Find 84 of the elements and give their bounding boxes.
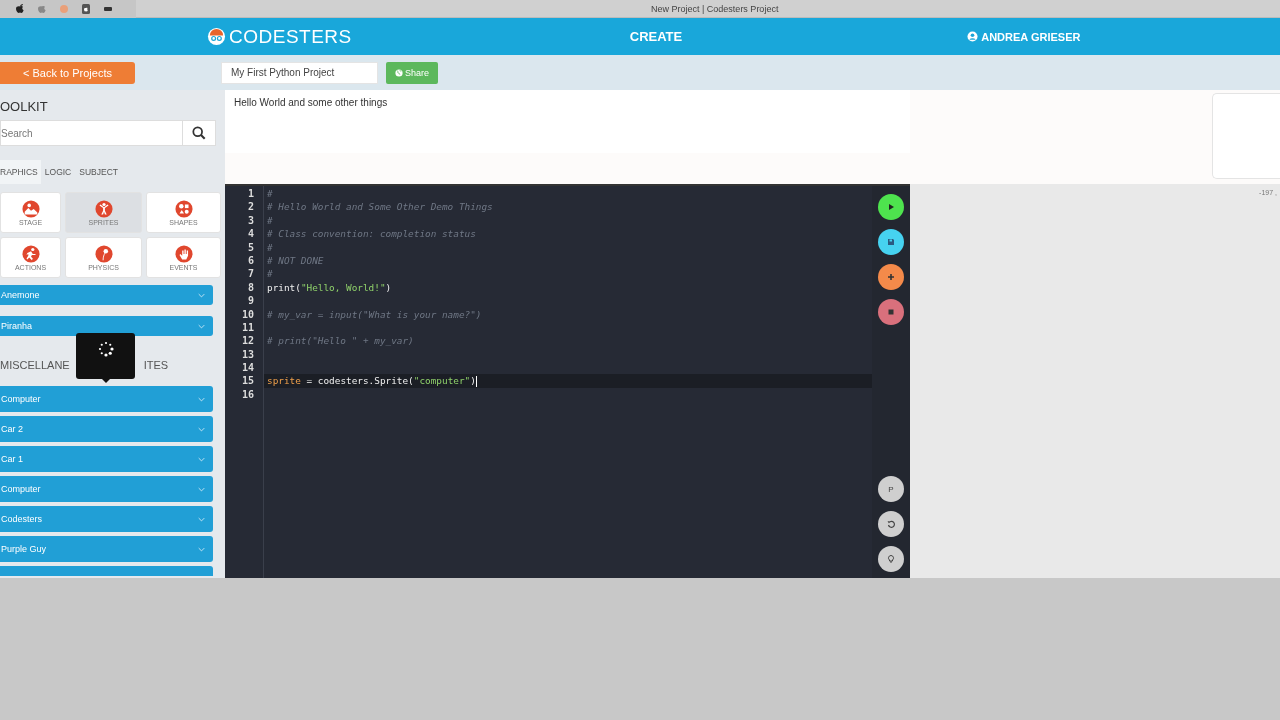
hint-button[interactable] [878, 546, 904, 572]
line-number: 2 [246, 200, 255, 214]
section-heading: MISCELLANE [0, 359, 70, 373]
chevron-icon [198, 323, 205, 329]
line-number: 6 [246, 253, 255, 268]
code-line: sprite = codesters.Sprite("computer") [267, 374, 476, 388]
logo-text[interactable]: CODESTERS [229, 25, 352, 48]
toolkit-tab[interactable]: RAPHICS [0, 160, 41, 184]
reset-button[interactable] [878, 511, 904, 537]
text-cursor [475, 375, 477, 387]
code-line: # print("Hello " + my_var) [267, 334, 414, 348]
section-heading: ITES [143, 359, 169, 373]
line-number: 12 [240, 334, 255, 348]
undo-icon [886, 519, 896, 529]
chevron-icon [198, 426, 205, 432]
p-button[interactable]: P [878, 476, 904, 502]
sprite-item[interactable]: Piranha [0, 316, 213, 336]
app-icon[interactable] [80, 2, 92, 15]
sprite-item[interactable]: Car 2 [0, 416, 213, 442]
line-number: 3 [246, 213, 255, 228]
code-line: # NOT DONE [267, 253, 324, 268]
code-line: # Class convention: completion status [267, 227, 476, 241]
line-number: 7 [246, 267, 255, 281]
search-icon [192, 126, 206, 140]
code-line: # [267, 240, 273, 254]
project-name-field[interactable]: My First Python Project [221, 61, 378, 84]
line-number: 8 [246, 280, 255, 295]
section-title[interactable]: CREATE [629, 29, 683, 44]
back-button[interactable]: < Back to Projects [0, 61, 135, 84]
save-button[interactable] [878, 229, 904, 255]
toolkit-title: OOLKIT [0, 99, 49, 114]
runner-icon [21, 244, 40, 263]
code-line: print("Hello, World!") [267, 280, 392, 295]
code-line: # [267, 213, 273, 228]
window-title: New Project | Codesters Project [651, 3, 779, 14]
line-number: 16 [240, 387, 255, 402]
code-line: # [267, 267, 273, 281]
chevron-icon [198, 396, 205, 402]
lightbulb-icon [886, 554, 896, 564]
chevron-icon [198, 456, 205, 462]
stop-icon [886, 307, 896, 317]
line-number: 5 [246, 240, 255, 254]
search-field[interactable]: Search [0, 120, 182, 146]
toolkit-tab[interactable]: LOGIC [40, 160, 76, 184]
figure-icon [94, 199, 113, 218]
chevron-icon [198, 292, 205, 298]
chevron-icon [198, 546, 205, 552]
globe-icon [395, 68, 403, 77]
sprite-item[interactable]: Purple Guy [0, 536, 213, 562]
toolkit-tab[interactable]: SUBJECT [75, 160, 122, 184]
search-button[interactable] [182, 120, 216, 146]
plus-icon [886, 272, 896, 282]
sprite-item[interactable]: Codesters [0, 506, 213, 532]
user-icon [967, 31, 979, 42]
hand-icon [174, 244, 193, 263]
sprite-item[interactable]: Computer [0, 386, 213, 412]
share-button[interactable]: Share [386, 61, 438, 84]
code-line: # my_var = input("What is your name?") [267, 307, 482, 321]
shapes-icon [174, 199, 193, 218]
line-number: 9 [246, 294, 255, 308]
chevron-icon [198, 486, 205, 492]
stop-button[interactable] [878, 299, 904, 325]
sprite-item[interactable]: Computer [0, 476, 213, 502]
logo-icon [207, 27, 226, 46]
code-line: # [267, 187, 273, 201]
chevron-icon [198, 516, 205, 522]
play-icon [886, 202, 896, 212]
add-button[interactable] [878, 264, 904, 290]
code-line: # Hello World and Some Other Demo Things [267, 200, 493, 214]
line-number: 4 [246, 227, 255, 241]
line-number: 10 [240, 307, 255, 321]
sprite-item[interactable]: Car 1 [0, 446, 213, 472]
landscape-icon [21, 199, 40, 218]
line-number: 14 [240, 361, 255, 375]
apple-icon[interactable] [14, 2, 26, 15]
description-field[interactable]: Hello World and some other things [225, 90, 910, 153]
ball-icon [94, 244, 113, 263]
line-number: 11 [240, 320, 255, 335]
user-name[interactable]: ANDREA GRIESER [981, 30, 1081, 43]
line-number: 1 [246, 187, 255, 201]
line-number: 13 [240, 347, 255, 362]
line-number: 15 [240, 374, 255, 388]
run-button[interactable] [878, 194, 904, 220]
sprite-item[interactable]: Anemone [0, 285, 213, 305]
